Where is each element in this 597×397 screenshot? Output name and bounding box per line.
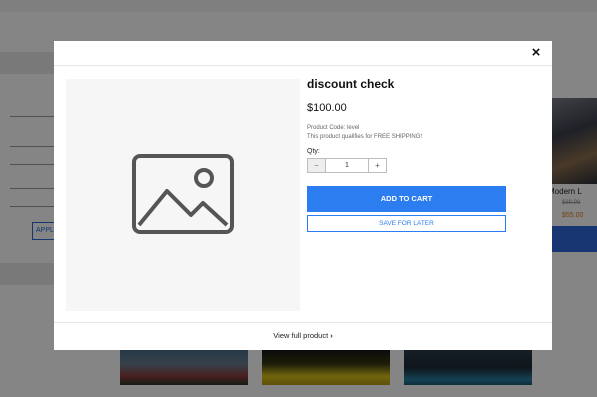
image-placeholder-icon [132,154,234,234]
quick-view-modal: × discount check $100.00 Product Code: l… [54,41,552,350]
quantity-label: Qty: [307,148,320,155]
quantity-stepper: − 1 + [307,158,387,173]
product-code: Product Code: level [307,125,360,131]
modal-divider [54,65,552,66]
view-full-product-label[interactable]: View full product [273,331,328,340]
view-full-product-link[interactable]: View full product › [54,331,552,340]
save-for-later-button[interactable]: SAVE FOR LATER [307,215,506,232]
modal-footer-divider [54,322,552,323]
shipping-note: This product qualifies for FREE SHIPPING… [307,134,423,140]
decrease-quantity-button[interactable]: − [308,159,326,172]
product-title: discount check [307,77,395,91]
product-image [66,79,300,311]
add-to-cart-button[interactable]: ADD TO CART [307,186,506,212]
close-button[interactable]: × [528,45,544,61]
increase-quantity-button[interactable]: + [368,159,386,172]
product-price: $100.00 [307,102,347,114]
chevron-right-icon: › [330,331,333,340]
product-info: discount check $100.00 Product Code: lev… [307,77,507,232]
quantity-input[interactable]: 1 [326,159,368,172]
